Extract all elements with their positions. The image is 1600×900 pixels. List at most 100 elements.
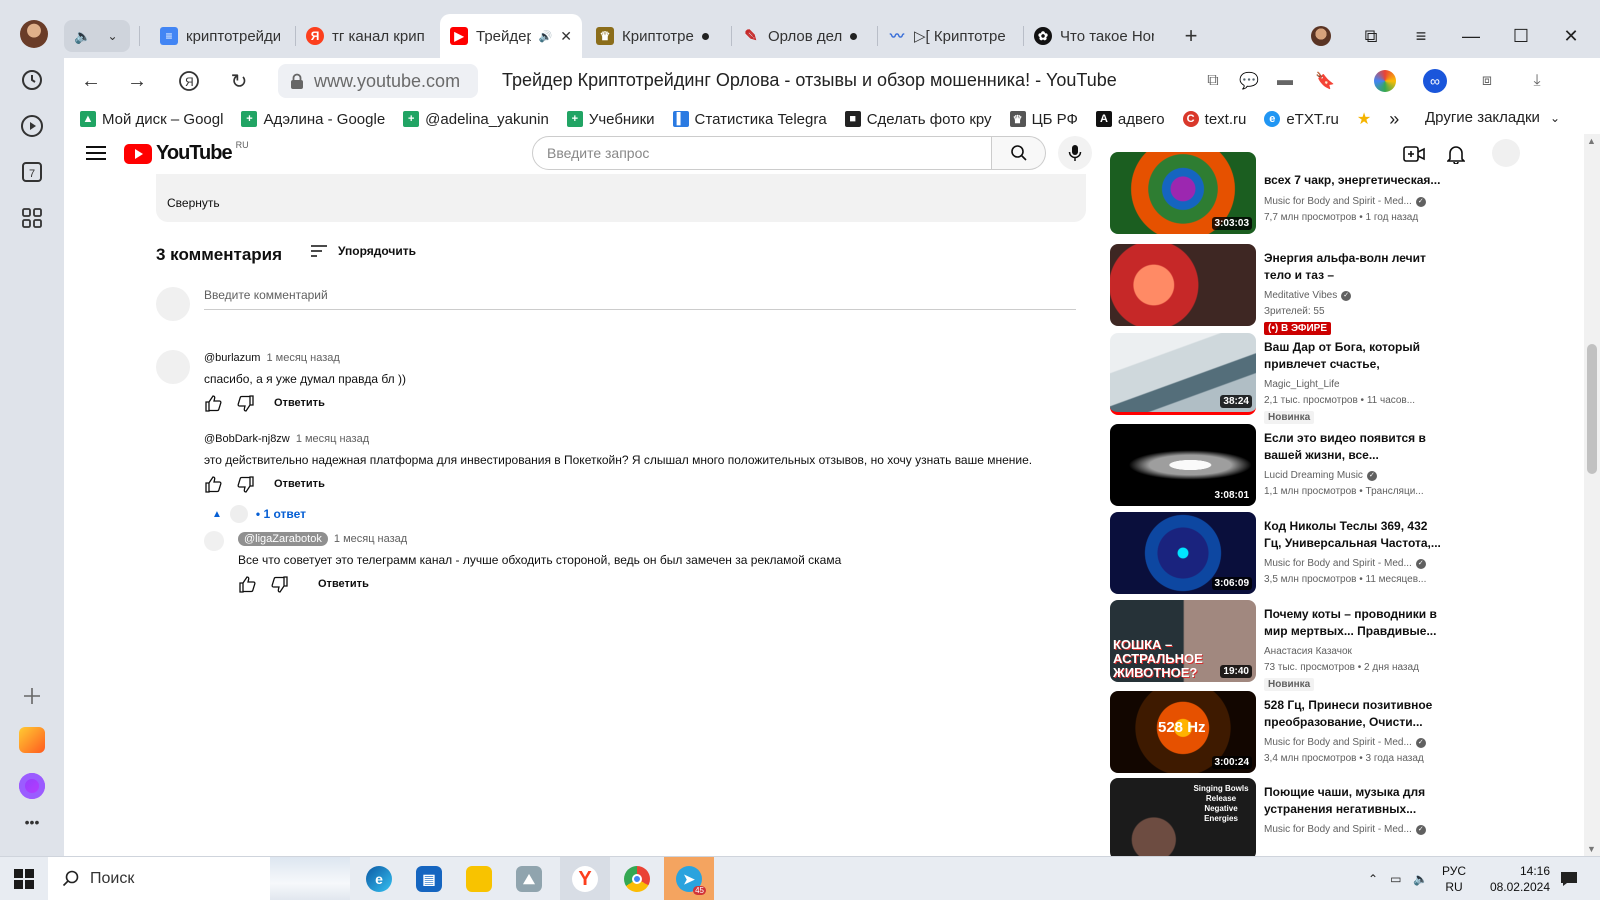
video-title[interactable]: Ваш Дар от Бога, который привлечет счаст… [1264, 339, 1444, 373]
profile-avatar-small[interactable] [1306, 14, 1336, 58]
search-button[interactable] [992, 136, 1046, 170]
add-comment-input[interactable]: Введите комментарий [204, 286, 1076, 310]
bookmark-item[interactable]: + Адэлина - Google [241, 111, 385, 128]
video-thumbnail[interactable] [1110, 244, 1256, 326]
taskbar-store[interactable]: ▤ [404, 857, 454, 900]
bookmark-item[interactable]: e eTXT.ru [1264, 111, 1339, 128]
comment-time[interactable]: 1 месяц назад [266, 352, 339, 364]
extension-color-icon[interactable] [1372, 68, 1398, 94]
scroll-down-icon[interactable]: ▼ [1587, 844, 1596, 854]
copy-icon[interactable]: ⧉ [1200, 68, 1226, 94]
bookmark-item[interactable]: + Учебники [566, 111, 655, 128]
video-thumbnail[interactable]: 3:08:01 [1110, 424, 1256, 506]
tab-youtube-active[interactable]: ▶ Трейдер 🔊 ✕ [440, 14, 582, 58]
yandex-home-icon[interactable]: Я [174, 66, 204, 96]
bookmark-item[interactable]: ■ Сделать фото кру [844, 111, 992, 128]
comment-time[interactable]: 1 месяц назад [334, 533, 407, 545]
history-icon[interactable] [18, 66, 46, 94]
apps-grid-icon[interactable] [18, 204, 46, 232]
channel-name[interactable]: Анастасия Казачок [1264, 646, 1352, 657]
taskbar-explorer[interactable] [454, 857, 504, 900]
maximize-icon[interactable]: ☐ [1506, 14, 1536, 58]
taskbar-search[interactable]: Поиск [48, 857, 350, 900]
recommended-video[interactable]: 528 Hz 3:00:24 528 Гц, Принеси позитивно… [1110, 691, 1570, 773]
channel-name[interactable]: Magic_Light_Life [1264, 379, 1340, 390]
scrollbar-thumb[interactable] [1587, 344, 1597, 474]
network-icon[interactable]: ▭ [1390, 872, 1401, 886]
channel-name[interactable]: Music for Body and Spirit - Med... ✓ [1264, 558, 1426, 569]
video-thumbnail[interactable]: 3:03:03 [1110, 152, 1256, 234]
create-video-icon[interactable] [1402, 142, 1426, 166]
video-thumbnail[interactable]: 3:06:09 [1110, 512, 1256, 594]
dislike-icon[interactable] [236, 394, 254, 412]
tab-orlov[interactable]: ✎ Орлов дел [732, 14, 872, 58]
video-title[interactable]: Почему коты – проводники в мир мертвых..… [1264, 606, 1444, 640]
forward-arrow-icon[interactable]: → [122, 66, 152, 96]
recommended-video[interactable]: Singing Bowls Release Negative Energies … [1110, 778, 1570, 856]
youtube-logo[interactable]: YouTube RU [124, 140, 249, 165]
tab-audio-crypto[interactable]: 〰 ▷[ Криптотре [878, 14, 1018, 58]
notifications-bell-icon[interactable] [1444, 142, 1468, 166]
taskbar-edge[interactable]: e [354, 857, 404, 900]
video-thumbnail[interactable]: Singing Bowls Release Negative Energies [1110, 778, 1256, 856]
tab-docs[interactable]: ≡ криптотрейди [150, 14, 290, 58]
video-title[interactable]: Поющие чаши, музыка для устранения негат… [1264, 784, 1444, 818]
audio-playing-icon[interactable]: 🔊 [539, 30, 553, 43]
recommended-video[interactable]: 3:06:09 Код Николы Теслы 369, 432 Гц, Ун… [1110, 512, 1570, 594]
scroll-up-icon[interactable]: ▲ [1587, 136, 1596, 146]
tab-chatgpt[interactable]: ✿ Что такое Hor [1024, 14, 1164, 58]
windows-start-icon[interactable] [14, 869, 34, 889]
avatar[interactable] [204, 531, 224, 551]
channel-name[interactable]: Music for Body and Spirit - Med... ✓ [1264, 196, 1426, 207]
more-dots-icon[interactable]: ••• [18, 808, 46, 836]
channel-name[interactable]: Music for Body and Spirit - Med... ✓ [1264, 737, 1426, 748]
minimize-icon[interactable]: — [1456, 14, 1486, 58]
reload-icon[interactable]: ↻ [224, 66, 254, 96]
tab-group-button[interactable]: 🔈 ⌄ [64, 20, 130, 52]
alice-assistant-icon[interactable] [18, 772, 46, 800]
page-scrollbar[interactable]: ▲ ▼ [1584, 134, 1600, 856]
taskbar-photos[interactable]: ⛰ [504, 857, 554, 900]
chat-bubble-icon[interactable]: 💬 [1236, 68, 1262, 94]
video-title[interactable]: Если это видео появится в вашей жизни, в… [1264, 430, 1444, 464]
taskbar-telegram[interactable]: ➤ 45 [664, 857, 714, 900]
close-tab-icon[interactable]: ✕ [560, 28, 572, 45]
input-language[interactable]: РУС RU [1442, 863, 1466, 895]
like-icon[interactable] [204, 475, 222, 493]
add-panel-icon[interactable] [18, 682, 46, 710]
bookmark-item[interactable]: Ctext.ru [1182, 111, 1246, 128]
replies-toggle[interactable]: ▲ • 1 ответ [212, 505, 306, 523]
more-bookmarks-button[interactable]: » [1389, 109, 1399, 130]
video-player-icon[interactable] [18, 112, 46, 140]
dislike-icon[interactable] [270, 575, 288, 593]
volume-icon[interactable]: 🔈 [1413, 872, 1428, 886]
recommended-video[interactable]: 3:08:01 Если это видео появится в вашей … [1110, 424, 1570, 506]
video-title[interactable]: 528 Гц, Принеси позитивное преобразовани… [1264, 697, 1444, 731]
back-arrow-icon[interactable]: ← [76, 66, 106, 96]
like-icon[interactable] [204, 394, 222, 412]
search-input[interactable]: Введите запрос [532, 136, 992, 170]
bookmark-item[interactable]: + @adelina_yakunin [403, 111, 549, 128]
download-icon[interactable]: ⤓ [1524, 68, 1550, 94]
taskbar-yandex-browser[interactable]: Y [560, 857, 610, 900]
hamburger-menu-icon[interactable] [84, 142, 108, 166]
channel-name[interactable]: Lucid Dreaming Music ✓ [1264, 470, 1377, 481]
reply-button[interactable]: Ответить [274, 478, 325, 490]
user-avatar[interactable] [1492, 139, 1520, 167]
comment-icon[interactable]: ▬ [1272, 68, 1298, 94]
url-field[interactable]: www.youtube.com [278, 64, 478, 98]
profile-avatar[interactable] [20, 20, 48, 48]
video-title[interactable]: Код Николы Теслы 369, 432 Гц, Универсаль… [1264, 518, 1444, 552]
recommended-video[interactable]: Энергия альфа-волн лечит тело и таз – вы… [1110, 244, 1570, 335]
tab-yandex[interactable]: Я тг канал крип [296, 14, 436, 58]
comment-time[interactable]: 1 месяц назад [296, 433, 369, 445]
voice-search-button[interactable] [1058, 136, 1092, 170]
sort-comments-button[interactable]: Упорядочить [310, 244, 416, 258]
other-bookmarks-button[interactable]: Другие закладки ⌄ [1425, 109, 1560, 126]
channel-name[interactable]: Meditative Vibes ✓ [1264, 290, 1352, 301]
bookmark-item[interactable]: Aадвего [1095, 111, 1165, 128]
bookmark-item[interactable]: ▲ Мой диск – Googl [80, 111, 223, 128]
chevron-up-icon[interactable]: ⌃ [1368, 872, 1378, 886]
notifications-icon[interactable] [1560, 857, 1578, 900]
dislike-icon[interactable] [236, 475, 254, 493]
